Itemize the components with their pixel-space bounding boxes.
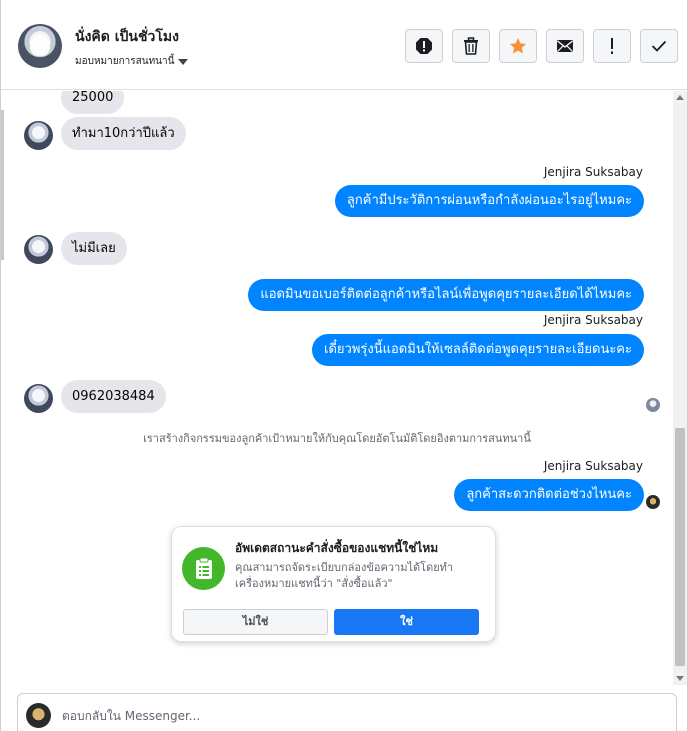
seen-indicator-avatar [646,398,660,412]
scroll-down-arrow-icon[interactable] [676,676,684,681]
no-button[interactable]: ไม่ใช่ [183,609,328,635]
exclamation-icon [611,38,613,54]
star-icon [510,38,526,54]
assign-conversation-dropdown[interactable]: มอบหมายการสนทนานี้ [75,54,189,69]
incoming-message[interactable]: ไม่มีเลย [61,232,127,265]
reply-composer [17,693,677,731]
sender-name: Jenjira Suksabay [543,459,643,473]
outgoing-message[interactable]: เดี๋ยวพรุ่งนี้แอดมินให้เซลล์ติดต่อพูดคุย… [312,334,644,366]
assign-label: มอบหมายการสนทนานี้ [75,56,175,67]
outgoing-message[interactable]: แอดมินขอเบอร์ติดต่อลูกค้าหรือไลน์เพื่อพู… [248,279,644,311]
outgoing-message[interactable]: ลูกค้าสะดวกติดต่อช่วงไหนคะ [454,479,644,511]
yes-button[interactable]: ใช่ [334,609,479,635]
incoming-message[interactable]: 25000 [61,91,125,114]
delete-button[interactable] [452,29,490,63]
reply-input[interactable] [62,705,622,727]
contact-avatar[interactable] [18,24,62,68]
contact-name[interactable]: นั่งคิด เป็นชั่วโมง [75,26,179,48]
vertical-scrollbar[interactable] [673,91,687,685]
follow-up-button[interactable] [593,29,631,63]
trash-icon [464,37,478,55]
customer-avatar [24,384,53,413]
incoming-message[interactable]: 0962038484 [61,380,166,413]
envelope-icon [557,40,573,52]
card-title: อัพเดตสถานะคำสั่งซื้อของแชทนี้ใช่ไหม [235,541,439,555]
card-description: คุณสามารถจัดระเบียบกล่องข้อความได้โดยทำเ… [235,561,454,590]
outgoing-message[interactable]: ลูกค้ามีประวัติการผ่อนหรือกำลังผ่อนอะไรอ… [334,185,644,217]
page-avatar [26,703,51,728]
conversation-toolbar [405,29,678,63]
customer-avatar [24,121,53,150]
order-status-card: อัพเดตสถานะคำสั่งซื้อของแชทนี้ใช่ไหม คุณ… [171,526,496,642]
conversation-header: นั่งคิด เป็นชั่วโมง มอบหมายการสนทนานี้ [1,0,687,90]
order-list-icon [182,547,225,590]
scroll-up-arrow-icon[interactable] [676,95,684,100]
sender-name: Jenjira Suksabay [543,313,643,327]
customer-avatar [24,235,53,264]
checkmark-icon [651,40,667,52]
star-button[interactable] [499,29,537,63]
automation-notice: เราสร้างกิจกรรมของลูกค้าเป้าหมายให้กับคุ… [143,432,531,445]
inbox-conversation-panel: นั่งคิด เป็นชั่วโมง มอบหมายการสนทนานี้ 2… [0,0,688,731]
caret-down-icon [178,58,189,65]
sender-name: Jenjira Suksabay [543,165,643,179]
scrollbar-thumb[interactable] [675,428,685,666]
seen-indicator-avatar [646,495,660,509]
spam-icon [416,38,432,54]
incoming-message[interactable]: ทำมา10กว่าปีแล้ว [61,117,186,150]
mark-unread-button[interactable] [546,29,584,63]
mark-spam-button[interactable] [405,29,443,63]
mark-done-button[interactable] [640,29,678,63]
